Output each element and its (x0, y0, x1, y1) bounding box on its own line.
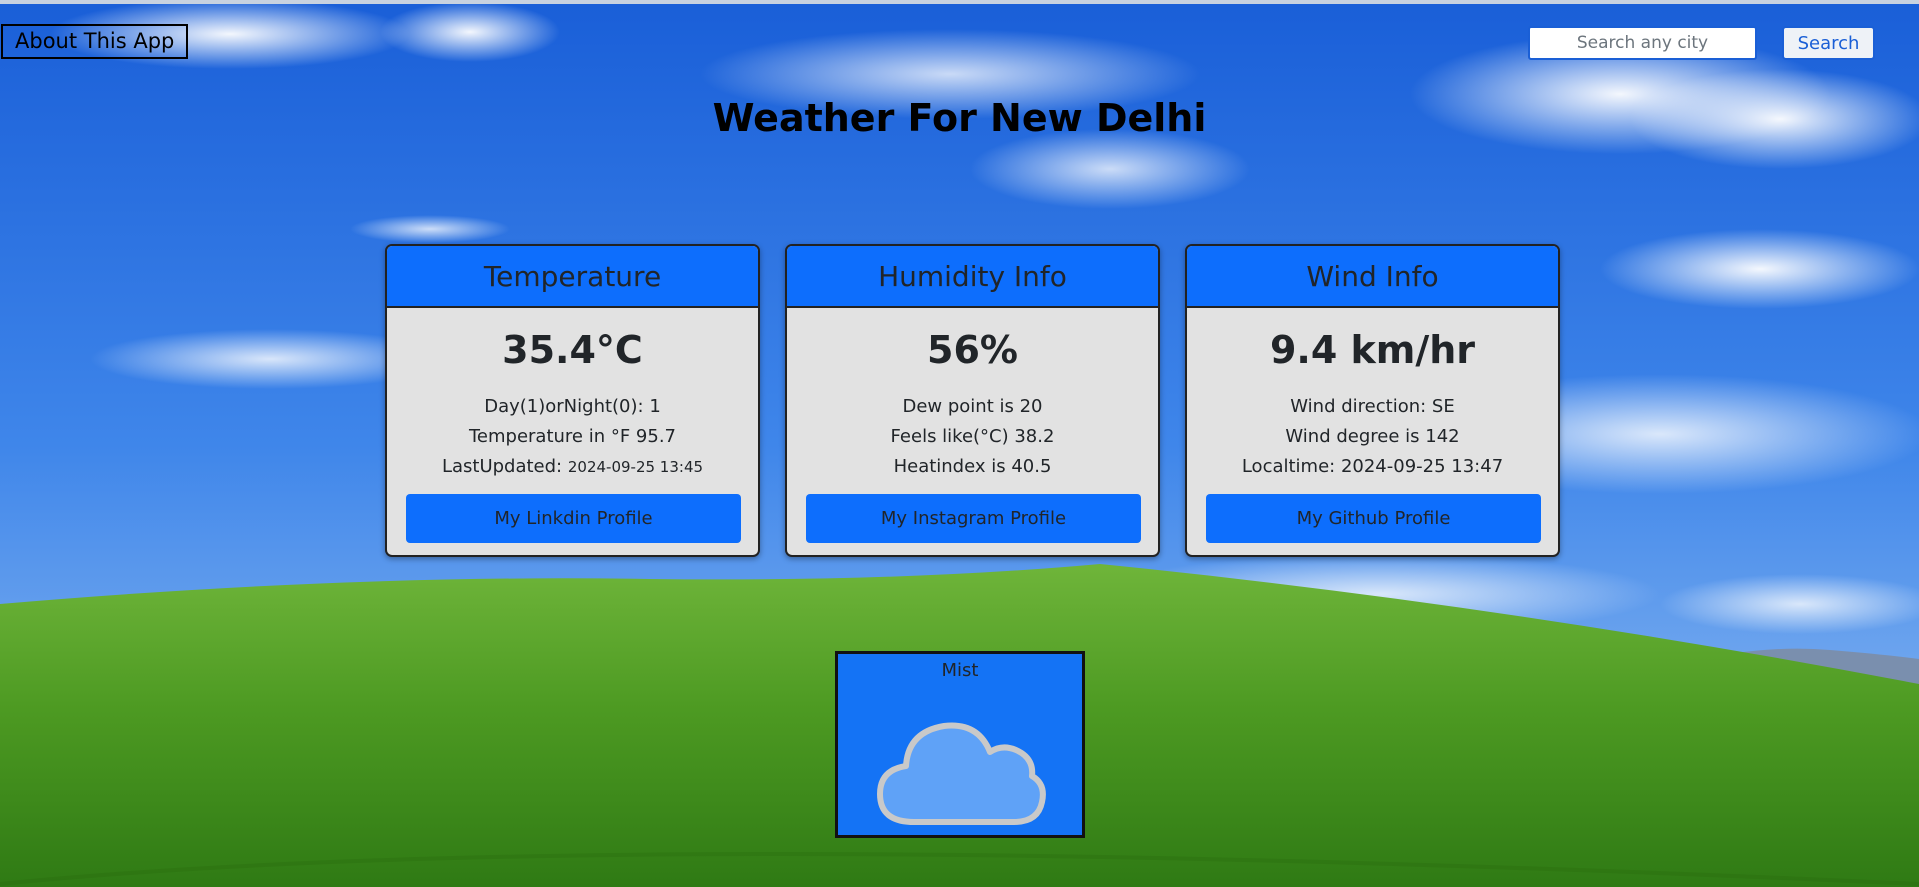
feels-like-text: Feels like(°C) 38.2 (890, 426, 1055, 447)
dew-point-text: Dew point is 20 (902, 396, 1043, 417)
day-night-text: Day(1)orNight(0): 1 (484, 396, 661, 417)
wind-speed-value: 9.4 km/hr (1269, 328, 1476, 372)
fahrenheit-text: Temperature in °F 95.7 (468, 426, 677, 447)
wind-degree-text: Wind degree is 142 (1285, 426, 1460, 447)
heat-index-text: Heatindex is 40.5 (893, 456, 1052, 477)
instagram-profile-button[interactable]: My Instagram Profile (806, 494, 1141, 543)
condition-text: Mist (941, 660, 979, 681)
github-profile-button[interactable]: My Github Profile (1206, 494, 1541, 543)
humidity-value: 56% (927, 328, 1018, 372)
weather-condition-box: Mist (835, 651, 1085, 838)
card-title: Temperature (387, 246, 758, 308)
search-button[interactable]: Search (1782, 26, 1875, 60)
humidity-card: Humidity Info 56% Dew point is 20 Feels … (785, 244, 1160, 557)
last-updated-label: LastUpdated: (441, 456, 568, 477)
wind-direction-text: Wind direction: SE (1290, 396, 1455, 417)
last-updated-value: 2024-09-25 13:45 (567, 458, 704, 476)
temperature-card: Temperature 35.4°C Day(1)orNight(0): 1 T… (385, 244, 760, 557)
page-title: Weather For New Delhi (712, 96, 1207, 140)
city-search-input[interactable] (1528, 26, 1757, 60)
linkedin-profile-button[interactable]: My Linkdin Profile (406, 494, 741, 543)
wind-card: Wind Info 9.4 km/hr Wind direction: SE W… (1185, 244, 1560, 557)
about-app-button[interactable]: About This App (1, 24, 189, 59)
card-title: Humidity Info (787, 246, 1158, 308)
last-updated-text: LastUpdated: 2024-09-25 13:45 (387, 452, 758, 482)
temperature-value: 35.4°C (502, 328, 643, 372)
cloud-icon (877, 722, 1046, 825)
card-title: Wind Info (1187, 246, 1558, 308)
local-time-text: Localtime: 2024-09-25 13:47 (1241, 456, 1504, 477)
